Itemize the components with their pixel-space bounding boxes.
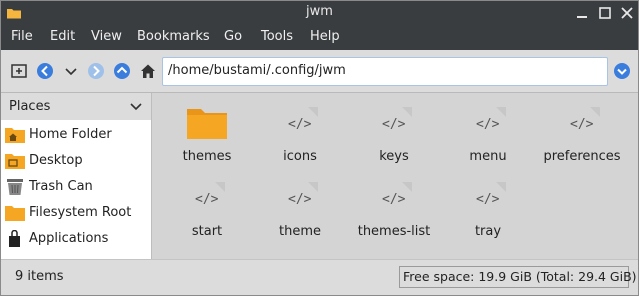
- menu-help[interactable]: Help: [310, 29, 340, 44]
- sidebar-item-filesystem-root[interactable]: Filesystem Root: [1, 200, 151, 226]
- go-button-icon[interactable]: [613, 62, 631, 80]
- trash-icon: [5, 178, 25, 196]
- file-name: themes: [182, 149, 232, 164]
- places-sidebar: Places Home Folder Desktop Trash Can Fil…: [1, 93, 152, 259]
- file-name: tray: [474, 224, 502, 239]
- file-item-themes-list[interactable]: </> themes-list: [346, 172, 442, 244]
- code-file-icon: </>: [185, 176, 229, 220]
- file-item-menu[interactable]: </> menu: [440, 97, 536, 169]
- svg-text:</>: </>: [382, 117, 406, 132]
- menu-bookmarks[interactable]: Bookmarks: [137, 29, 210, 44]
- file-item-themes[interactable]: themes: [159, 97, 255, 169]
- sidebar-item-label: Desktop: [29, 153, 83, 168]
- file-name: keys: [379, 149, 409, 164]
- code-file-icon: </>: [278, 176, 322, 220]
- file-item-theme[interactable]: </> theme: [252, 172, 348, 244]
- file-manager-window: jwm File Edit View Bookmarks Go Tools He…: [0, 0, 639, 296]
- menu-file[interactable]: File: [11, 29, 33, 44]
- svg-text:</>: </>: [476, 192, 500, 207]
- sidebar-item-label: Applications: [29, 231, 109, 246]
- sidebar-item-label: Trash Can: [29, 179, 93, 194]
- close-button[interactable]: [619, 5, 635, 21]
- menu-go[interactable]: Go: [224, 29, 242, 44]
- path-text: /home/bustami/.config/jwm: [168, 63, 346, 78]
- code-file-icon: </>: [278, 101, 322, 145]
- folder-icon: [185, 101, 229, 145]
- sidebar-item-desktop[interactable]: Desktop: [1, 148, 151, 174]
- up-icon[interactable]: [113, 62, 131, 80]
- file-item-preferences[interactable]: </> preferences: [534, 97, 630, 169]
- menu-tools[interactable]: Tools: [261, 29, 293, 44]
- file-item-keys[interactable]: </> keys: [346, 97, 442, 169]
- file-icon-view[interactable]: themes </> icons </> keys </> menu </> p…: [153, 93, 638, 259]
- file-item-tray[interactable]: </> tray: [440, 172, 536, 244]
- svg-text:</>: </>: [288, 117, 312, 132]
- sidebar-item-home-folder[interactable]: Home Folder: [1, 122, 151, 148]
- title-bar[interactable]: jwm: [1, 1, 638, 25]
- back-icon[interactable]: [36, 62, 54, 80]
- minimize-button[interactable]: [574, 5, 590, 21]
- chevron-down-icon[interactable]: [130, 101, 142, 116]
- file-name: themes-list: [357, 224, 431, 239]
- toolbar: /home/bustami/.config/jwm: [1, 50, 638, 93]
- file-name: start: [191, 224, 223, 239]
- applications-icon: [5, 229, 25, 248]
- svg-text:</>: </>: [195, 192, 219, 207]
- menu-edit[interactable]: Edit: [50, 29, 75, 44]
- svg-text:</>: </>: [476, 117, 500, 132]
- menu-bar: File Edit View Bookmarks Go Tools Help: [1, 25, 638, 50]
- desktop-folder-icon: [5, 152, 25, 170]
- code-file-icon: </>: [372, 176, 416, 220]
- code-file-icon: </>: [466, 176, 510, 220]
- history-dropdown-icon[interactable]: [62, 62, 80, 80]
- file-name: menu: [469, 149, 507, 164]
- maximize-button[interactable]: [597, 5, 613, 21]
- home-folder-icon: [5, 126, 25, 144]
- file-name: icons: [283, 149, 317, 164]
- forward-icon[interactable]: [87, 62, 105, 80]
- home-icon[interactable]: [139, 62, 157, 80]
- code-file-icon: </>: [466, 101, 510, 145]
- sidebar-item-label: Filesystem Root: [29, 205, 132, 220]
- places-header[interactable]: Places: [1, 93, 151, 120]
- menu-view[interactable]: View: [91, 29, 122, 44]
- sidebar-item-trash-can[interactable]: Trash Can: [1, 174, 151, 200]
- file-item-start[interactable]: </> start: [159, 172, 255, 244]
- path-input[interactable]: /home/bustami/.config/jwm: [162, 57, 608, 86]
- sidebar-item-applications[interactable]: Applications: [1, 226, 151, 252]
- svg-text:</>: </>: [382, 192, 406, 207]
- sidebar-item-label: Home Folder: [29, 127, 112, 142]
- status-bar: 9 items Free space: 19.9 GiB (Total: 29.…: [1, 259, 638, 295]
- file-name: theme: [279, 224, 321, 239]
- file-name: preferences: [543, 149, 621, 164]
- code-file-icon: </>: [560, 101, 604, 145]
- svg-text:</>: </>: [570, 117, 594, 132]
- code-file-icon: </>: [372, 101, 416, 145]
- file-item-icons[interactable]: </> icons: [252, 97, 348, 169]
- free-space-indicator: Free space: 19.9 GiB (Total: 29.4 GiB): [399, 266, 637, 288]
- item-count: 9 items: [15, 269, 64, 284]
- svg-text:</>: </>: [288, 192, 312, 207]
- window-title: jwm: [306, 4, 333, 19]
- folder-icon: [5, 204, 25, 222]
- new-tab-icon[interactable]: [10, 62, 28, 80]
- places-header-label: Places: [9, 99, 51, 114]
